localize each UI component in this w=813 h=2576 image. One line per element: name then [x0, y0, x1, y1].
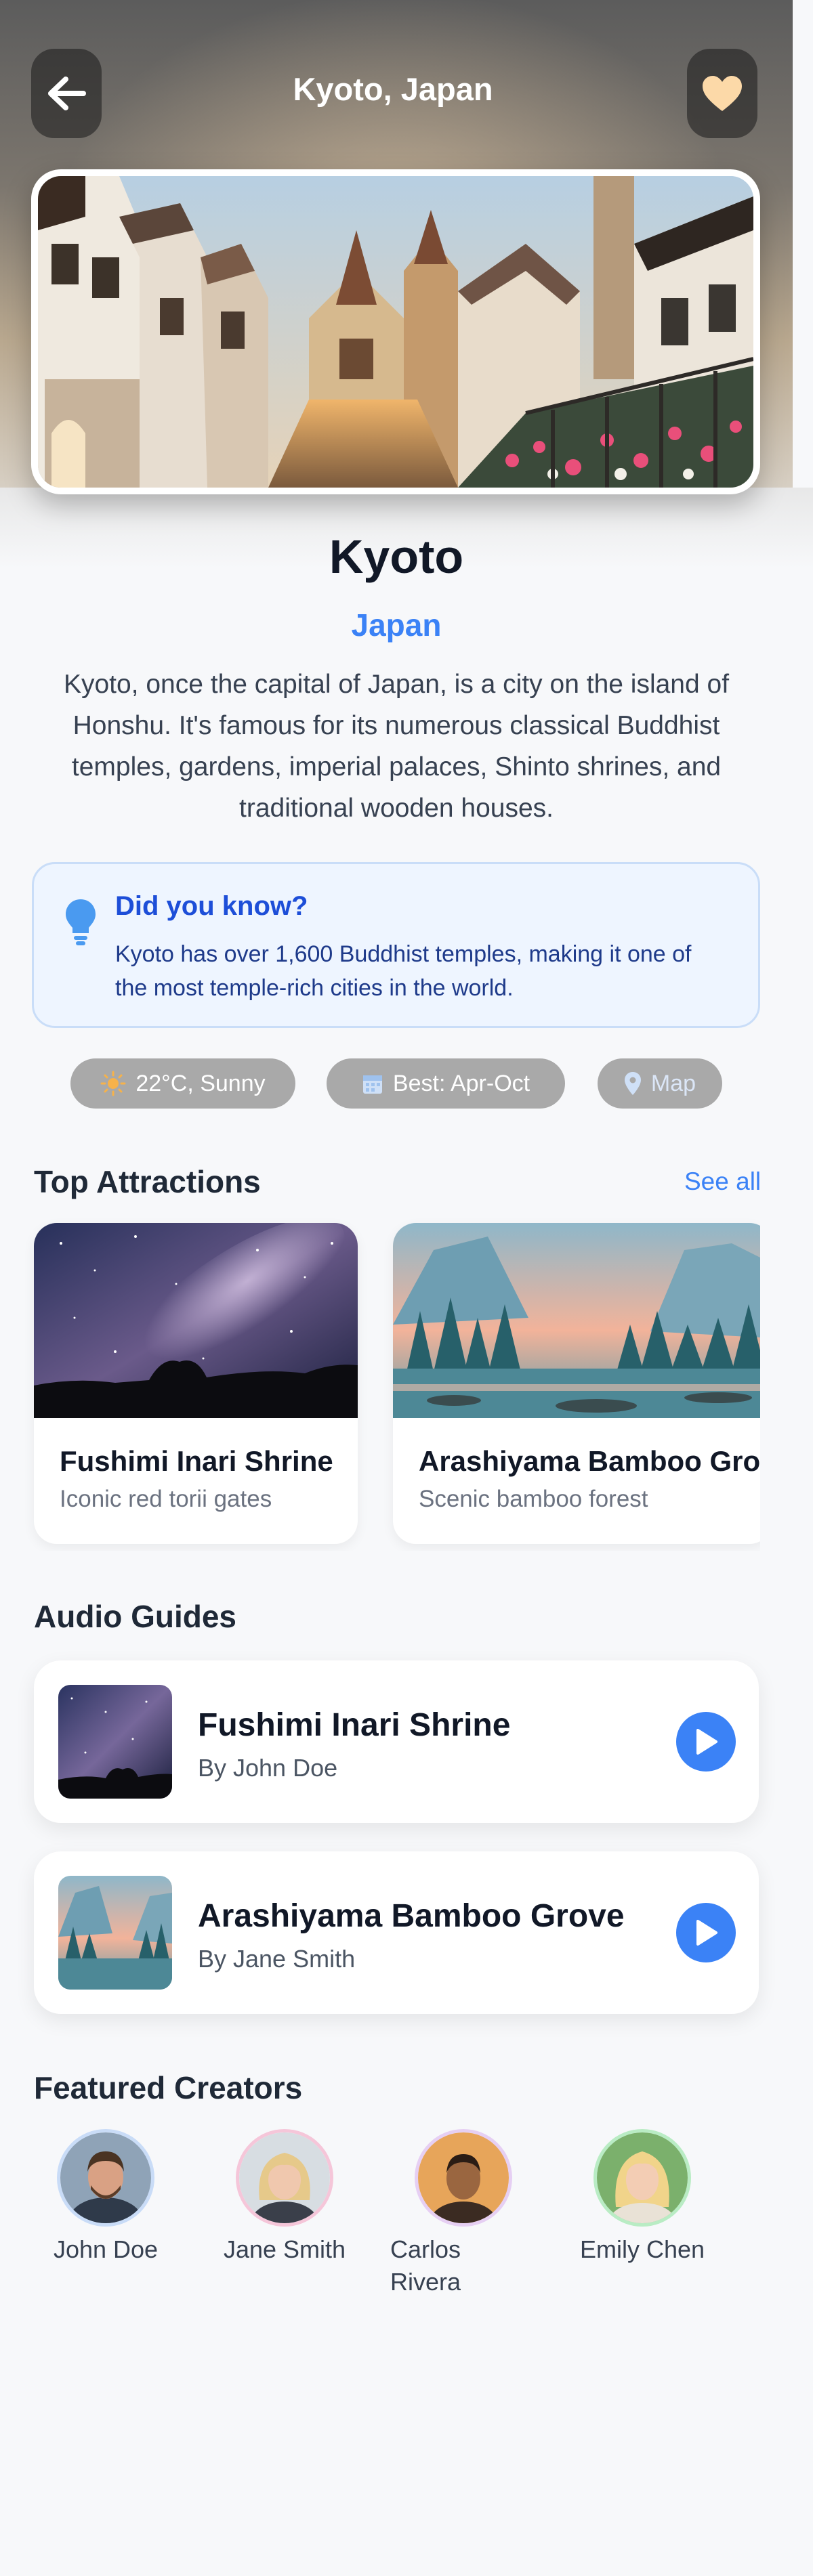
attraction-name: Fushimi Inari Shrine — [60, 1445, 333, 1477]
play-button[interactable] — [676, 1903, 736, 1962]
page-title: Kyoto, Japan — [293, 71, 493, 107]
sun-icon — [100, 1071, 126, 1096]
avatar — [236, 2129, 333, 2227]
audio-guide-card[interactable]: Fushimi Inari Shrine By John Doe — [34, 1660, 759, 1823]
did-you-know-card: Did you know? Kyoto has over 1,600 Buddh… — [32, 862, 760, 1028]
creator-john-doe[interactable]: John Doe — [24, 2129, 187, 2266]
creator-name: Carlos Rivera — [390, 2235, 461, 2296]
avatar — [593, 2129, 691, 2227]
avatar — [415, 2129, 512, 2227]
creator-emily-chen[interactable]: Emily Chen — [561, 2129, 724, 2266]
featured-creators-title: Featured Creators — [34, 2070, 303, 2105]
creator-jane-smith[interactable]: Jane Smith — [203, 2129, 366, 2266]
play-icon — [696, 1920, 717, 1946]
heart-icon — [703, 76, 742, 111]
attraction-image — [393, 1223, 760, 1418]
map-button[interactable]: Map — [598, 1058, 722, 1109]
hero-image — [31, 169, 760, 494]
best-time-badge: Best: Apr-Oct — [327, 1058, 565, 1109]
weather-text: 22°C, Sunny — [136, 1070, 266, 1096]
attractions-carousel[interactable]: Fushimi Inari Shrine Iconic red torii ga… — [0, 1212, 760, 1551]
creator-carlos-rivera[interactable]: Carlos Rivera — [359, 2129, 512, 2298]
attraction-subtitle: Scenic bamboo forest — [419, 1486, 648, 1512]
attraction-image — [34, 1223, 358, 1418]
back-button[interactable] — [31, 49, 102, 138]
creator-name: Emily Chen — [579, 2235, 705, 2263]
audio-guide-author: By John Doe — [198, 1754, 338, 1782]
audio-thumbnail — [58, 1685, 172, 1799]
calendar-icon — [362, 1075, 382, 1094]
city-description: Kyoto, once the capital of Japan, is a c… — [63, 670, 730, 823]
see-all-link[interactable]: See all — [684, 1167, 761, 1196]
best-time-text: Best: Apr-Oct — [392, 1070, 530, 1096]
creator-name: John Doe — [53, 2235, 159, 2263]
weather-badge: 22°C, Sunny — [70, 1058, 295, 1109]
favorite-button[interactable] — [687, 49, 757, 138]
audio-thumbnail — [58, 1876, 172, 1990]
audio-guide-author: By Jane Smith — [198, 1945, 356, 1973]
creator-name: Jane Smith — [223, 2235, 346, 2263]
audio-guides-title: Audio Guides — [34, 1599, 236, 1634]
map-text: Map — [650, 1070, 696, 1096]
audio-guide-card[interactable]: Arashiyama Bamboo Grove By Jane Smith — [34, 1851, 759, 2014]
arrow-left-icon — [48, 77, 86, 110]
play-button[interactable] — [676, 1712, 736, 1772]
audio-guide-title: Arashiyama Bamboo Grove — [198, 1898, 625, 1934]
audio-guide-title: Fushimi Inari Shrine — [198, 1707, 511, 1743]
attraction-card[interactable]: Fushimi Inari Shrine Iconic red torii ga… — [34, 1223, 358, 1544]
attraction-name: Arashiyama Bamboo Grove — [419, 1445, 760, 1477]
lightbulb-icon — [66, 899, 96, 945]
attraction-card[interactable]: Arashiyama Bamboo Grove Scenic bamboo fo… — [393, 1223, 760, 1544]
fact-text: Kyoto has over 1,600 Buddhist temples, m… — [115, 941, 692, 1001]
play-icon — [696, 1729, 717, 1755]
attraction-subtitle: Iconic red torii gates — [60, 1486, 272, 1512]
country-name: Japan — [351, 607, 442, 643]
avatar — [57, 2129, 154, 2227]
top-attractions-title: Top Attractions — [34, 1164, 261, 1199]
city-name: Kyoto — [329, 530, 464, 583]
map-pin-icon — [624, 1072, 641, 1095]
fact-title: Did you know? — [115, 891, 308, 921]
